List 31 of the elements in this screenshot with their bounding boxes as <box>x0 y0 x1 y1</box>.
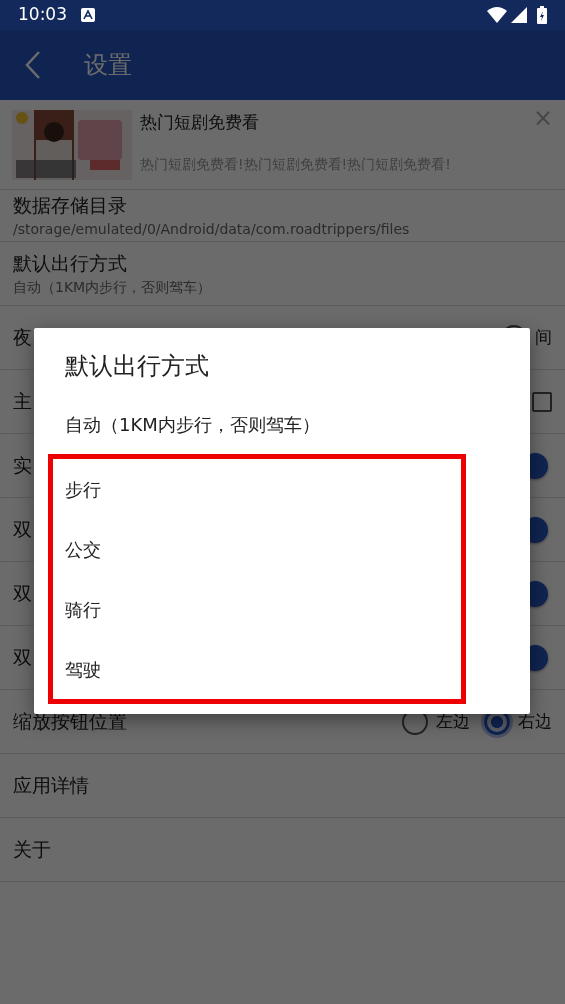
setting-label: 主 <box>13 389 32 415</box>
wifi-icon <box>487 7 507 23</box>
ad-title: 热门短剧免费看 <box>140 111 260 134</box>
signal-icon <box>511 7 527 23</box>
setting-label: 实 <box>13 453 32 479</box>
screen-title: 设置 <box>84 50 132 81</box>
back-button[interactable] <box>24 50 42 80</box>
radio-label: 右边 <box>518 709 552 733</box>
radio-label: 左边 <box>436 709 470 733</box>
setting-label: 应用详情 <box>13 773 89 799</box>
battery-icon <box>537 6 547 24</box>
setting-label: 双 <box>13 645 32 671</box>
setting-value: /storage/emulated/0/Android/data/com.roadtrippers/files <box>13 220 410 240</box>
back-icon <box>24 50 42 80</box>
clock: 10:03 <box>18 3 67 27</box>
notification-icon <box>81 8 95 22</box>
setting-label: 夜 <box>13 325 32 351</box>
setting-label: 双 <box>13 581 32 607</box>
dialog-option[interactable]: 骑行 <box>53 579 461 639</box>
setting-label: 关于 <box>13 837 51 863</box>
dialog-title: 默认出行方式 <box>64 351 210 382</box>
radio-label: 间 <box>535 325 552 349</box>
setting-value: 自动（1KM内步行，否则驾车） <box>13 278 212 298</box>
dialog-option[interactable]: 自动（1KM内步行，否则驾车） <box>34 394 530 454</box>
dialog-option[interactable]: 驾驶 <box>53 639 461 699</box>
setting-label: 数据存储目录 <box>13 192 127 218</box>
setting-label: 默认出行方式 <box>13 250 127 276</box>
dialog-option[interactable]: 公交 <box>53 519 461 579</box>
setting-label: 双 <box>13 517 32 543</box>
dialog-option[interactable]: 步行 <box>53 459 461 519</box>
checkbox[interactable] <box>532 391 552 412</box>
